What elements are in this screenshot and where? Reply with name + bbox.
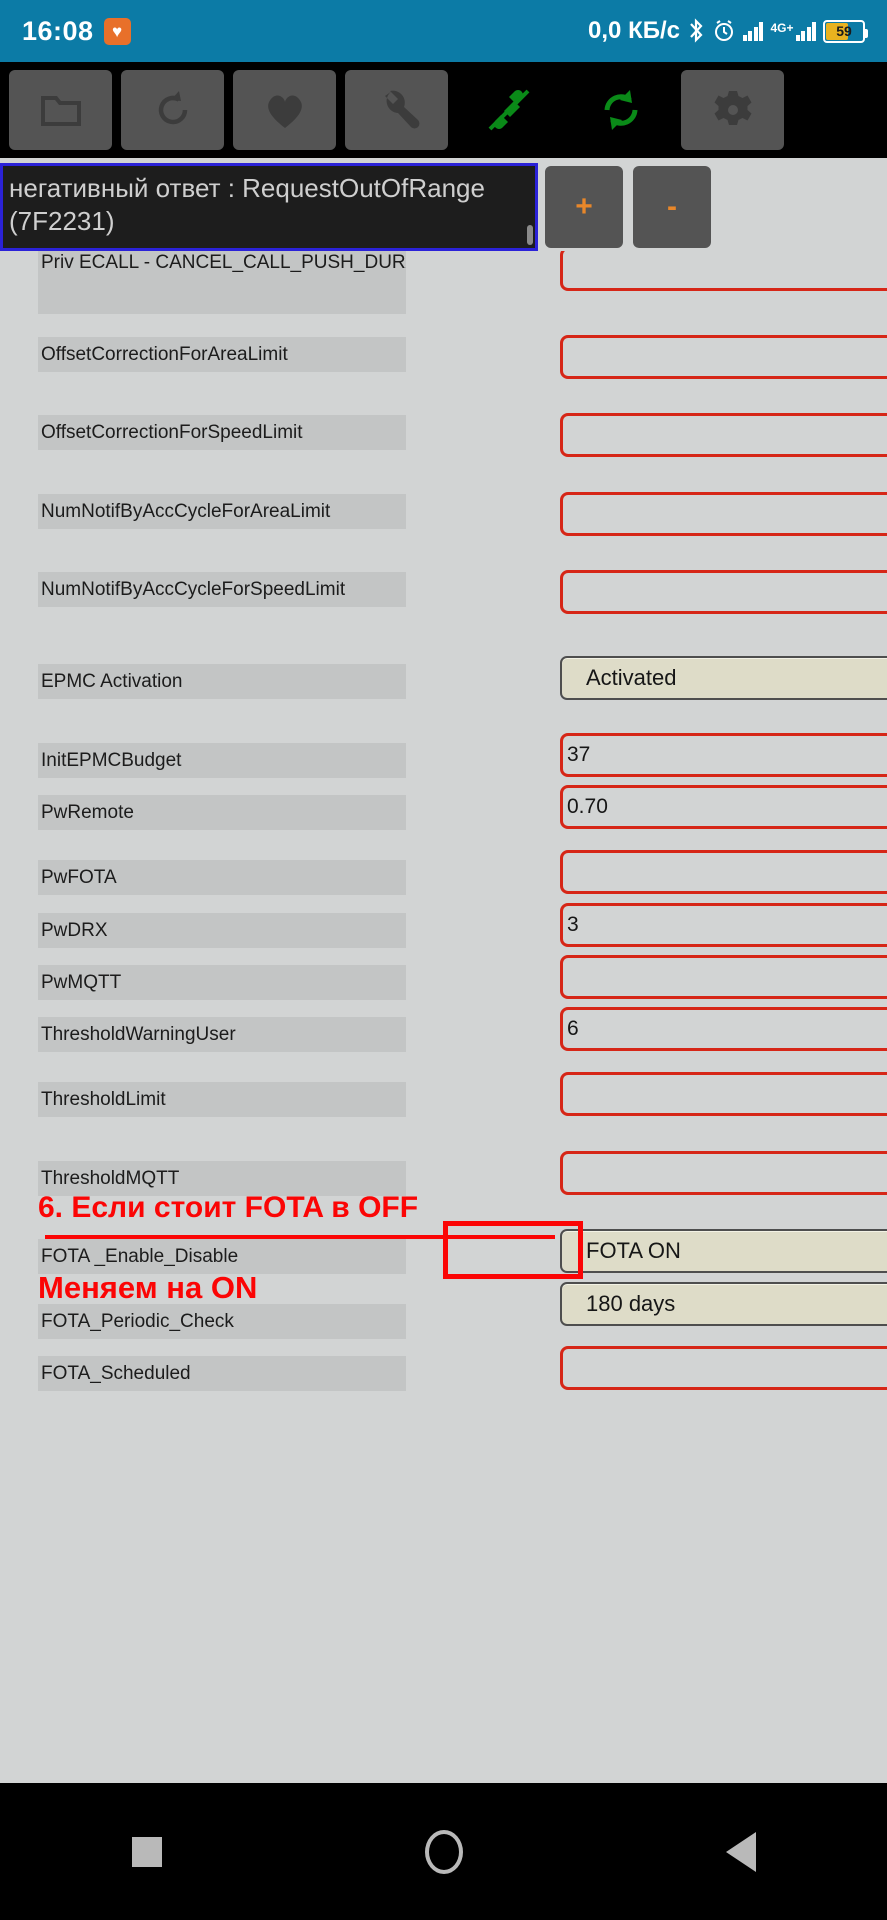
parameter-label: PwRemote	[38, 795, 406, 830]
heart-app-icon: ♥	[103, 17, 131, 45]
parameter-label: ThresholdLimit	[38, 1082, 406, 1117]
sync-icon	[595, 84, 647, 136]
error-message-banner[interactable]: негативный ответ : RequestOutOfRange (7F…	[0, 163, 538, 251]
parameter-label: FOTA _Enable_Disable	[38, 1239, 406, 1274]
battery-percent-label: 59	[836, 23, 852, 39]
status-bar: 16:08 ♥ 0,0 КБ/с 4G+ 59	[0, 0, 887, 62]
folder-icon-button[interactable]	[9, 70, 112, 150]
triangle-back-icon[interactable]	[725, 1831, 756, 1872]
wrench-icon	[374, 87, 420, 133]
android-navigation-bar	[0, 1783, 887, 1920]
parameter-input[interactable]	[560, 850, 887, 894]
error-scrollbar[interactable]	[527, 225, 533, 245]
gear-icon	[712, 89, 754, 131]
parameter-label: NumNotifByAccCycleForSpeedLimit	[38, 572, 406, 607]
parameter-dropdown[interactable]: FOTA ON	[560, 1229, 887, 1273]
signal-bars-secondary-icon	[795, 21, 816, 41]
square-recents-icon[interactable]	[131, 1836, 162, 1867]
parameter-label: EPMC Activation	[38, 664, 406, 699]
favorites-icon-button[interactable]	[233, 70, 336, 150]
battery-icon: 59	[823, 19, 868, 43]
parameter-label: ThresholdWarningUser	[38, 1017, 406, 1052]
plug-disconnected-icon	[484, 85, 534, 135]
error-message-text: негативный ответ : RequestOutOfRange (7F…	[9, 173, 493, 236]
alarm-clock-icon	[712, 18, 736, 44]
parameter-label: FOTA_Periodic_Check	[38, 1304, 406, 1339]
circle-home-icon[interactable]	[424, 1829, 463, 1874]
parameter-input[interactable]	[560, 413, 887, 457]
parameter-label: NumNotifByAccCycleForAreaLimit	[38, 494, 406, 529]
parameter-label: PwFOTA	[38, 860, 406, 895]
refresh-icon	[151, 88, 195, 132]
parameter-input[interactable]	[560, 335, 887, 379]
status-bar-left: 16:08 ♥	[22, 16, 131, 47]
network-type-label: 4G+	[770, 21, 794, 35]
clock-time: 16:08	[22, 15, 94, 46]
parameter-dropdown[interactable]: 180 days	[560, 1282, 887, 1326]
annotation-action-text: Меняем на ON	[38, 1270, 258, 1305]
parameter-label: InitEPMCBudget	[38, 743, 406, 778]
heart-icon	[262, 89, 308, 131]
parameter-input[interactable]	[560, 251, 887, 291]
app-toolbar	[0, 62, 887, 158]
parameter-input[interactable]: 0.70	[560, 785, 887, 829]
increment-button[interactable]: +	[545, 166, 623, 248]
parameter-input[interactable]: 37	[560, 733, 887, 777]
network-type-icon: 4G+	[770, 21, 816, 41]
folder-icon	[39, 90, 83, 130]
settings-icon-button[interactable]	[681, 70, 784, 150]
parameter-input[interactable]	[560, 1346, 887, 1390]
connection-icon-button[interactable]	[457, 70, 560, 150]
parameter-input[interactable]	[560, 1072, 887, 1116]
parameter-label: PwDRX	[38, 913, 406, 948]
bluetooth-icon	[687, 18, 705, 44]
parameter-input[interactable]: 6	[560, 1007, 887, 1051]
parameter-input[interactable]	[560, 955, 887, 999]
annotation-step-text: 6. Если стоит FOTA в OFF	[38, 1191, 419, 1224]
parameter-label: FOTA_Scheduled	[38, 1356, 406, 1391]
sync-icon-button[interactable]	[569, 70, 672, 150]
parameter-label: Priv ECALL - CANCEL_CALL_PUSH_DURATION	[38, 251, 406, 314]
phone-screen: 16:08 ♥ 0,0 КБ/с 4G+ 59 негативный ответ…	[0, 0, 887, 1920]
parameter-input[interactable]	[560, 492, 887, 536]
data-speed-label: 0,0 КБ/с	[588, 17, 680, 44]
parameter-label: OffsetCorrectionForSpeedLimit	[38, 415, 406, 450]
signal-bars-icon	[742, 21, 764, 41]
parameter-label: PwMQTT	[38, 965, 406, 1000]
parameter-dropdown[interactable]: Activated	[560, 656, 887, 700]
refresh-icon-button[interactable]	[121, 70, 224, 150]
tools-icon-button[interactable]	[345, 70, 448, 150]
parameter-label: OffsetCorrectionForAreaLimit	[38, 337, 406, 372]
annotation-highlight-box	[443, 1221, 583, 1279]
decrement-button[interactable]: -	[633, 166, 711, 248]
status-bar-right: 0,0 КБ/с 4G+ 59	[588, 17, 868, 45]
parameter-input[interactable]: 3	[560, 903, 887, 947]
parameter-input[interactable]	[560, 570, 887, 614]
parameter-input[interactable]	[560, 1151, 887, 1195]
